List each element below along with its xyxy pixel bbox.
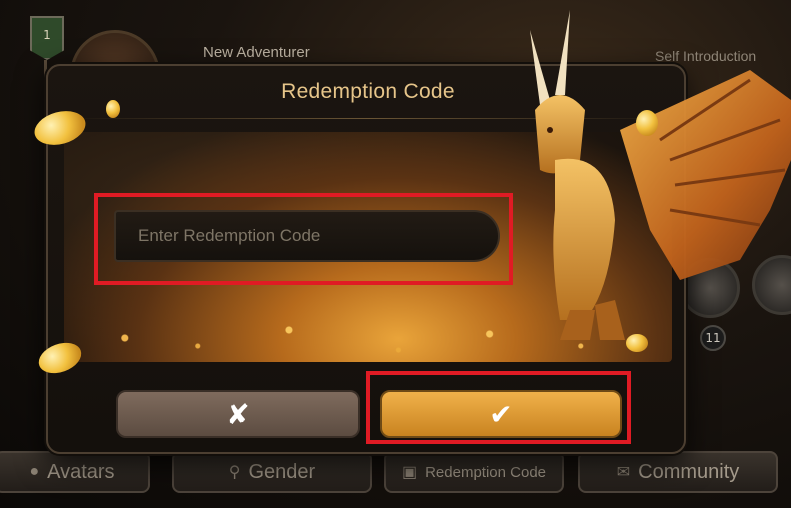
coin-icon bbox=[636, 110, 658, 136]
level-value: 1 bbox=[43, 28, 51, 42]
coin-icon bbox=[106, 100, 120, 118]
tab-community-label: Community bbox=[638, 460, 740, 483]
confirm-highlight-box bbox=[366, 371, 631, 444]
person-icon: ● bbox=[29, 463, 40, 480]
tab-avatars[interactable]: ● Avatars bbox=[0, 451, 150, 493]
tab-community[interactable]: ✉ Community bbox=[578, 451, 778, 493]
cancel-button[interactable]: ✘ bbox=[116, 390, 360, 438]
gender-icon: ⚲ bbox=[228, 464, 241, 481]
bottom-tab-bar: ● Avatars ⚲ Gender ▣ Redemption Code ✉ C… bbox=[0, 447, 791, 508]
chat-icon: ✉ bbox=[616, 464, 631, 481]
player-name: New Adventurer bbox=[203, 44, 310, 61]
dragon-illustration bbox=[530, 10, 791, 340]
input-highlight-box bbox=[94, 193, 513, 285]
tab-avatars-label: Avatars bbox=[47, 460, 115, 483]
tab-redemption-code-label: Redemption Code bbox=[425, 463, 547, 481]
tab-gender-label: Gender bbox=[248, 460, 316, 483]
gift-icon: ▣ bbox=[401, 464, 418, 481]
tab-redemption-code[interactable]: ▣ Redemption Code bbox=[384, 451, 564, 493]
tab-gender[interactable]: ⚲ Gender bbox=[172, 451, 372, 493]
coin-icon bbox=[626, 334, 648, 352]
close-icon: ✘ bbox=[226, 397, 250, 431]
